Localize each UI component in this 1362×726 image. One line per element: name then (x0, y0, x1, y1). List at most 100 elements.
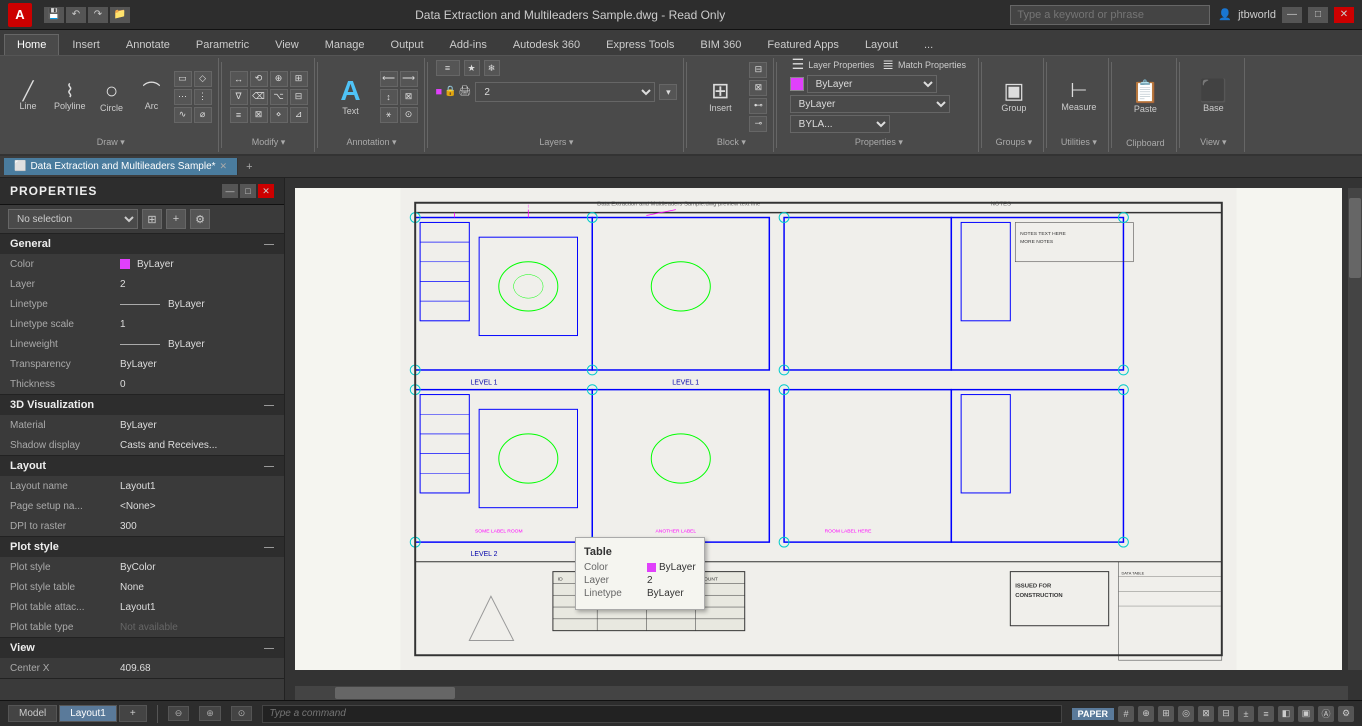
panel-restore-btn[interactable]: □ (240, 184, 256, 198)
maximize-btn[interactable]: □ (1308, 7, 1328, 23)
ann-1[interactable]: ⟵ (380, 71, 398, 87)
block-extra-2[interactable]: ⊠ (749, 80, 767, 96)
ann-5[interactable]: ⚹ (380, 107, 398, 123)
block-extra-1[interactable]: ⊟ (749, 62, 767, 78)
general-header[interactable]: General — (0, 234, 284, 254)
tab-manage[interactable]: Manage (312, 34, 378, 55)
close-btn[interactable]: ✕ (1334, 7, 1354, 23)
modify-10[interactable]: ⊠ (250, 107, 268, 123)
layer-prop-value[interactable]: 2 (120, 279, 126, 290)
draw-extra-5[interactable]: ∿ (174, 107, 192, 123)
plot-table-attach-value[interactable]: Layout1 (120, 602, 156, 613)
modify-8[interactable]: ⊟ (290, 89, 308, 105)
plotstyle-header[interactable]: Plot style — (0, 537, 284, 557)
canvas-area[interactable]: Data Extraction and Multileaders Sample.… (285, 178, 1362, 700)
color-dropdown[interactable]: ByLayer (807, 75, 937, 93)
vertical-scrollbar[interactable] (1348, 188, 1362, 670)
otrack-icon[interactable]: ⊟ (1218, 706, 1234, 722)
3d-header[interactable]: 3D Visualization — (0, 395, 284, 415)
lineweight-dropdown[interactable]: BYLA... (790, 115, 890, 133)
polyline-tool[interactable]: ⌇ Polyline (50, 80, 90, 113)
match-properties-tool[interactable]: ≣ Match Properties (880, 55, 968, 73)
layer-selector[interactable]: 2 (475, 82, 655, 102)
selection-selector[interactable]: No selection (8, 209, 138, 229)
zoom-plus-btn[interactable]: ⊕ (199, 706, 221, 721)
plotstyle-prop-value[interactable]: ByColor (120, 562, 156, 573)
draw-extra-3[interactable]: ⋯ (174, 89, 192, 105)
layoutname-prop-value[interactable]: Layout1 (120, 481, 156, 492)
modify-7[interactable]: ⌥ (270, 89, 288, 105)
measure-tool[interactable]: ⊢ Measure (1057, 79, 1100, 114)
grid-icon[interactable]: # (1118, 706, 1134, 722)
model-tab[interactable]: Model (8, 705, 57, 722)
linetype-prop-value[interactable]: ByLayer (120, 299, 205, 310)
lineweight-icon[interactable]: ≡ (1258, 706, 1274, 722)
undo-btn[interactable]: ↶ (66, 7, 86, 23)
insert-tool[interactable]: ⊞ Insert (695, 78, 745, 115)
add-layout-tab[interactable]: + (119, 705, 147, 722)
drawing-canvas[interactable]: Data Extraction and Multileaders Sample.… (295, 188, 1342, 670)
command-input[interactable] (262, 705, 1061, 723)
toggle-props-btn[interactable]: ⊞ (142, 209, 162, 229)
color-picker[interactable] (790, 77, 804, 91)
tab-autodesk360[interactable]: Autodesk 360 (500, 34, 593, 55)
tab-layout[interactable]: Layout (852, 34, 911, 55)
color-prop-value[interactable]: ByLayer (120, 259, 174, 270)
tab-insert[interactable]: Insert (59, 34, 113, 55)
arc-tool[interactable]: ⌒ Arc (134, 80, 170, 113)
doc-tab-close[interactable]: ✕ (220, 161, 228, 172)
modify-6[interactable]: ⌫ (250, 89, 268, 105)
tab-express[interactable]: Express Tools (593, 34, 687, 55)
layout1-tab[interactable]: Layout1 (59, 705, 117, 722)
ann-4[interactable]: ⊠ (400, 89, 418, 105)
search-input[interactable] (1010, 5, 1210, 25)
tab-more[interactable]: ... (911, 34, 946, 55)
circle-tool[interactable]: ○ Circle (94, 78, 130, 115)
base-tool[interactable]: ⬛ Base (1188, 78, 1238, 115)
v-scroll-thumb[interactable] (1349, 198, 1361, 278)
layer-freeze-btn[interactable]: ❄ (484, 60, 500, 76)
minimize-btn[interactable]: — (1282, 7, 1302, 23)
modify-9[interactable]: ≡ (230, 107, 248, 123)
horizontal-scrollbar[interactable] (295, 686, 1348, 700)
tab-bim360[interactable]: BIM 360 (687, 34, 754, 55)
dpi-prop-value[interactable]: 300 (120, 521, 137, 532)
panel-close-btn[interactable]: ✕ (258, 184, 274, 198)
layer-props-btn[interactable]: ≡ (436, 60, 460, 76)
tab-featured[interactable]: Featured Apps (754, 34, 852, 55)
tab-addins[interactable]: Add-ins (437, 34, 500, 55)
transparency-icon[interactable]: ◧ (1278, 706, 1294, 722)
thickness-prop-value[interactable]: 0 (120, 379, 126, 390)
tab-parametric[interactable]: Parametric (183, 34, 262, 55)
modify-2[interactable]: ⟲ (250, 71, 268, 87)
redo-btn[interactable]: ↷ (88, 7, 108, 23)
ann-2[interactable]: ⟶ (400, 71, 418, 87)
add-filter-btn[interactable]: + (166, 209, 186, 229)
panel-minimize-btn[interactable]: — (222, 184, 238, 198)
layout-header[interactable]: Layout — (0, 456, 284, 476)
block-extra-4[interactable]: ⊸ (749, 116, 767, 132)
tab-output[interactable]: Output (378, 34, 437, 55)
layer-dropdown-btn[interactable]: ▾ (659, 84, 677, 100)
group-tool[interactable]: ▣ Group (996, 78, 1032, 115)
layer-properties-tool[interactable]: ☰ Layer Properties (790, 55, 877, 73)
modify-11[interactable]: ⋄ (270, 107, 288, 123)
linetype-dropdown[interactable]: ByLayer (790, 95, 950, 113)
annotation-icon[interactable]: Ⓐ (1318, 706, 1334, 722)
doc-tab-add[interactable]: + (238, 158, 260, 176)
tab-annotate[interactable]: Annotate (113, 34, 183, 55)
ann-6[interactable]: ⊙ (400, 107, 418, 123)
pagesetup-prop-value[interactable]: <None> (120, 501, 156, 512)
draw-extra-4[interactable]: ⋮ (194, 89, 212, 105)
lweight-prop-value[interactable]: ByLayer (120, 339, 205, 350)
line-tool[interactable]: ╱ Line (10, 80, 46, 113)
modify-5[interactable]: ∇ (230, 89, 248, 105)
selection-icon[interactable]: ▣ (1298, 706, 1314, 722)
tab-home[interactable]: Home (4, 34, 59, 55)
block-extra-3[interactable]: ⊷ (749, 98, 767, 114)
draw-extra-1[interactable]: ▭ (174, 71, 192, 87)
modify-4[interactable]: ⊞ (290, 71, 308, 87)
quick-access-btn[interactable]: 💾 (44, 7, 64, 23)
layer-state-btn[interactable]: ★ (464, 60, 480, 76)
zoom-fit-btn[interactable]: ⊙ (231, 706, 253, 721)
